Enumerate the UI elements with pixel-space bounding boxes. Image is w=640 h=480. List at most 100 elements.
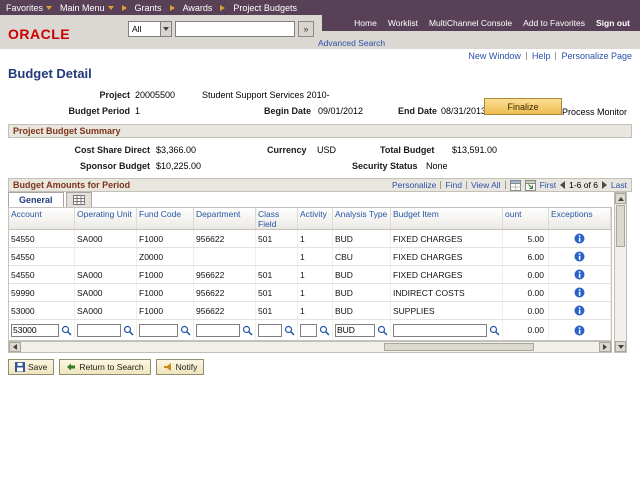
grid-tabs: General bbox=[8, 192, 92, 207]
sponsor-budget-value: $10,225.00 bbox=[156, 161, 202, 171]
column-header-amount[interactable]: ount bbox=[503, 208, 549, 229]
column-header-budget-item[interactable]: Budget Item bbox=[391, 208, 503, 229]
scrollbar-thumb[interactable] bbox=[616, 205, 625, 247]
personalize-page-link[interactable]: Personalize Page bbox=[561, 51, 632, 61]
multichannel-console-link[interactable]: MultiChannel Console bbox=[429, 18, 512, 28]
show-all-columns-tab[interactable] bbox=[65, 192, 92, 207]
column-header-activity[interactable]: Activity bbox=[298, 208, 333, 229]
lookup-icon[interactable] bbox=[319, 325, 330, 336]
save-button[interactable]: Save bbox=[8, 359, 55, 375]
scrollbar-thumb[interactable] bbox=[384, 343, 534, 351]
first-link[interactable]: First bbox=[540, 180, 557, 190]
view-all-link[interactable]: View All bbox=[471, 180, 501, 190]
lookup-icon[interactable] bbox=[242, 325, 253, 336]
return-to-search-icon bbox=[66, 362, 76, 372]
fund-code-input[interactable] bbox=[139, 323, 178, 337]
scroll-up-arrow[interactable] bbox=[615, 193, 626, 204]
budget-period-value: 1 bbox=[135, 106, 141, 116]
operating-unit-input[interactable] bbox=[77, 323, 121, 337]
lookup-icon[interactable] bbox=[123, 325, 134, 336]
lookup-icon[interactable] bbox=[180, 325, 191, 336]
worklist-link[interactable]: Worklist bbox=[388, 18, 418, 28]
lookup-icon[interactable] bbox=[489, 325, 500, 336]
lookup-icon[interactable] bbox=[377, 325, 388, 336]
column-header-department[interactable]: Department bbox=[194, 208, 256, 229]
scroll-left-arrow[interactable] bbox=[9, 342, 21, 352]
return-to-search-button[interactable]: Return to Search bbox=[59, 359, 151, 375]
main-menu[interactable]: Main Menu bbox=[60, 3, 114, 13]
cell-operating-unit: SA000 bbox=[75, 230, 137, 247]
cell-fund-code: F1000 bbox=[137, 302, 194, 319]
finalize-button[interactable]: Finalize bbox=[484, 98, 562, 115]
exception-info-icon[interactable] bbox=[574, 269, 585, 280]
scroll-down-arrow[interactable] bbox=[615, 341, 626, 352]
breadcrumb-awards[interactable]: Awards bbox=[183, 3, 213, 13]
column-header-analysis-type[interactable]: Analysis Type bbox=[333, 208, 391, 229]
column-header-exceptions[interactable]: Exceptions bbox=[549, 208, 611, 229]
column-header-class-field[interactable]: Class Field bbox=[256, 208, 298, 229]
edit-cell-department bbox=[194, 320, 256, 340]
cell-activity: 1 bbox=[298, 230, 333, 247]
budget-item-input[interactable] bbox=[393, 323, 487, 337]
scroll-right-arrow[interactable] bbox=[599, 342, 611, 352]
page-title: Budget Detail bbox=[8, 66, 92, 81]
cell-activity: 1 bbox=[298, 284, 333, 301]
add-to-favorites-link[interactable]: Add to Favorites bbox=[523, 18, 585, 28]
column-header-account[interactable]: Account bbox=[9, 208, 75, 229]
summary-section-header: Project Budget Summary bbox=[8, 124, 632, 138]
begin-date-label: Begin Date bbox=[264, 106, 312, 116]
zoom-grid-icon[interactable] bbox=[509, 179, 521, 191]
advanced-search-link[interactable]: Advanced Search bbox=[318, 38, 385, 48]
end-date-label: End Date bbox=[398, 106, 438, 116]
account-input[interactable] bbox=[11, 323, 59, 337]
favorites-menu-label: Favorites bbox=[6, 2, 44, 13]
find-link[interactable]: Find bbox=[445, 180, 462, 190]
exception-info-icon[interactable] bbox=[574, 325, 585, 336]
next-rows-icon[interactable] bbox=[601, 181, 607, 189]
column-header-operating-unit[interactable]: Operating Unit bbox=[75, 208, 137, 229]
search-input[interactable] bbox=[175, 21, 295, 37]
personalize-link[interactable]: Personalize bbox=[392, 180, 436, 190]
lookup-icon[interactable] bbox=[284, 325, 295, 336]
vertical-scrollbar[interactable] bbox=[614, 192, 627, 353]
breadcrumb-grants[interactable]: Grants bbox=[135, 3, 162, 13]
class-field-input[interactable] bbox=[258, 323, 282, 337]
department-input[interactable] bbox=[196, 323, 240, 337]
favorites-menu[interactable]: Favorites bbox=[6, 2, 53, 13]
notify-button[interactable]: Notify bbox=[155, 359, 205, 375]
arrow-up-icon bbox=[617, 196, 624, 201]
exception-info-icon[interactable] bbox=[574, 251, 585, 262]
notify-button-label: Notify bbox=[175, 362, 198, 372]
home-link[interactable]: Home bbox=[354, 18, 377, 28]
last-link[interactable]: Last bbox=[611, 180, 627, 190]
arrow-right-icon bbox=[603, 344, 607, 350]
exception-info-icon[interactable] bbox=[574, 233, 585, 244]
sign-out-link[interactable]: Sign out bbox=[596, 18, 630, 28]
column-header-fund-code[interactable]: Fund Code bbox=[137, 208, 194, 229]
cell-exceptions bbox=[549, 266, 611, 283]
download-to-excel-icon[interactable] bbox=[524, 179, 536, 191]
new-window-link[interactable]: New Window bbox=[468, 51, 521, 61]
chevron-down-icon[interactable] bbox=[160, 22, 171, 36]
activity-input[interactable] bbox=[300, 323, 317, 337]
exception-info-icon[interactable] bbox=[574, 305, 585, 316]
separator bbox=[465, 181, 467, 189]
horizontal-scrollbar[interactable] bbox=[8, 341, 612, 353]
budget-period-label: Budget Period bbox=[68, 106, 130, 116]
arrow-down-icon bbox=[617, 344, 624, 349]
exception-info-icon[interactable] bbox=[574, 287, 585, 298]
previous-rows-icon[interactable] bbox=[560, 181, 566, 189]
help-link[interactable]: Help bbox=[532, 51, 551, 61]
lookup-icon[interactable] bbox=[61, 325, 72, 336]
analysis-type-input[interactable] bbox=[335, 323, 375, 337]
breadcrumb-project-budgets[interactable]: Project Budgets bbox=[233, 3, 297, 13]
search-scope-select[interactable]: All bbox=[128, 21, 172, 37]
cell-fund-code: F1000 bbox=[137, 284, 194, 301]
search-go-button[interactable]: » bbox=[298, 21, 314, 37]
breadcrumb-separator-icon bbox=[121, 4, 127, 11]
total-budget-value: $13,591.00 bbox=[452, 145, 498, 155]
chevron-down-icon bbox=[46, 5, 53, 10]
tab-general[interactable]: General bbox=[8, 192, 64, 207]
cell-budget-item: FIXED CHARGES bbox=[391, 266, 503, 283]
process-monitor-link[interactable]: Process Monitor bbox=[562, 107, 627, 117]
